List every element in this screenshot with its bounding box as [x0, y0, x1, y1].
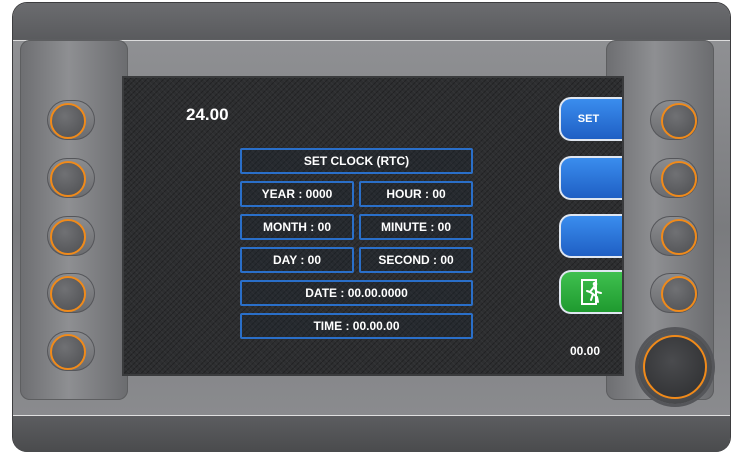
- housing-bottom-strip: [13, 415, 730, 452]
- left-softkey-2[interactable]: [47, 158, 95, 198]
- set-clock-title: SET CLOCK (RTC): [240, 148, 473, 174]
- left-softkey-3[interactable]: [47, 216, 95, 256]
- button-ring-icon: [50, 219, 86, 255]
- minute-field[interactable]: MINUTE : 00: [359, 214, 473, 240]
- button-ring-icon: [661, 219, 697, 255]
- exit-button[interactable]: [559, 270, 622, 314]
- button-ring-icon: [50, 334, 86, 370]
- set-button[interactable]: SET: [559, 97, 622, 141]
- left-softkey-4[interactable]: [47, 273, 95, 313]
- bottom-value-readout: 00.00: [570, 344, 601, 358]
- top-value-readout: 24.00: [186, 105, 229, 124]
- time-field[interactable]: TIME : 00.00.00: [240, 313, 473, 339]
- button-ring-icon: [661, 103, 697, 139]
- button-ring-icon: [50, 276, 86, 312]
- right-softkey-4[interactable]: [650, 273, 698, 313]
- left-softkey-5[interactable]: [47, 331, 95, 371]
- right-softkey-3[interactable]: [650, 216, 698, 256]
- button-ring-icon: [50, 103, 86, 139]
- left-softkey-1[interactable]: [47, 100, 95, 140]
- second-field[interactable]: SECOND : 00: [359, 247, 473, 273]
- year-field[interactable]: YEAR : 0000: [240, 181, 354, 207]
- exit-door-icon: [581, 279, 602, 305]
- menu-button-2[interactable]: [559, 156, 622, 200]
- menu-button-3[interactable]: [559, 214, 622, 258]
- button-ring-icon: [50, 161, 86, 197]
- knob-ring-icon: [643, 335, 707, 399]
- hour-field[interactable]: HOUR : 00: [359, 181, 473, 207]
- set-button-label: SET: [577, 113, 600, 125]
- rotary-knob[interactable]: [638, 330, 712, 404]
- right-softkey-2[interactable]: [650, 158, 698, 198]
- day-field[interactable]: DAY : 00: [240, 247, 354, 273]
- button-ring-icon: [661, 161, 697, 197]
- housing-top-strip: [13, 3, 730, 39]
- date-field[interactable]: DATE : 00.00.0000: [240, 280, 473, 306]
- right-softkey-1[interactable]: [650, 100, 698, 140]
- button-ring-icon: [661, 276, 697, 312]
- month-field[interactable]: MONTH : 00: [240, 214, 354, 240]
